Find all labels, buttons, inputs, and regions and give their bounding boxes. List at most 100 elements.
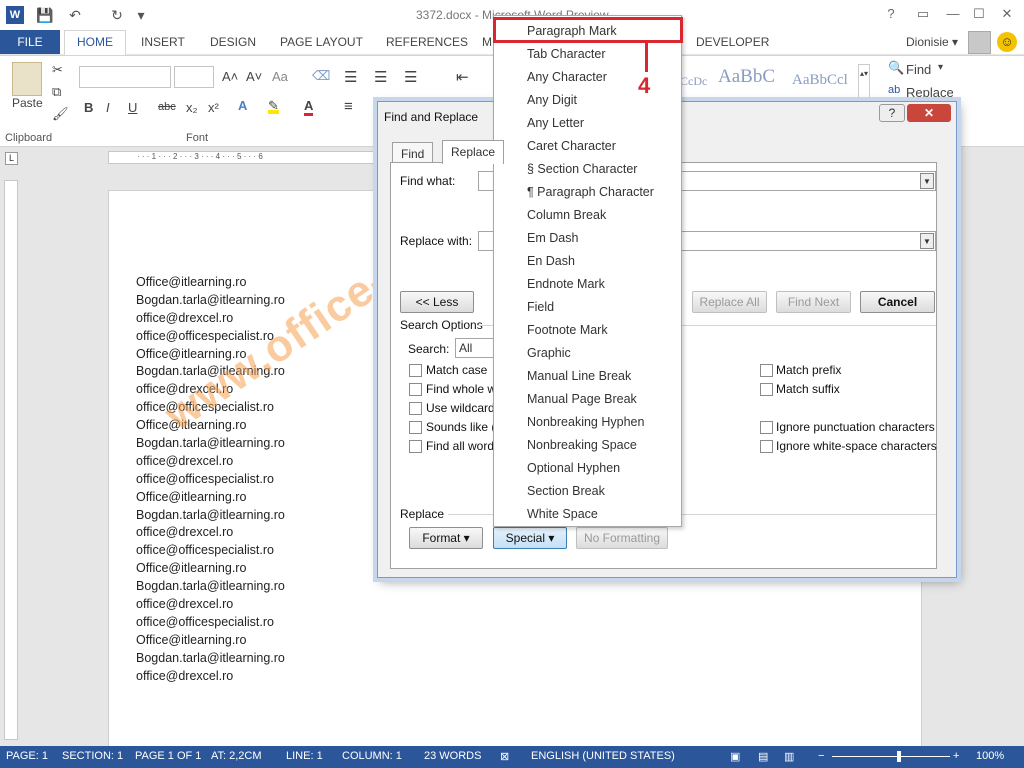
underline-button[interactable]: U xyxy=(128,100,137,115)
text-effects-icon[interactable]: A xyxy=(238,98,247,113)
help-icon[interactable]: ? xyxy=(880,4,902,24)
font-color-icon[interactable]: A xyxy=(304,98,314,116)
replace-all-button[interactable]: Replace All xyxy=(692,291,767,313)
find-icon[interactable]: 🔍 xyxy=(888,60,904,76)
special-menu-item[interactable]: ¶ Paragraph Character xyxy=(494,181,681,204)
horizontal-ruler[interactable]: · · · 1 · · · 2 · · · 3 · · · 4 · · · 5 … xyxy=(108,151,378,164)
change-case-icon[interactable]: Aa xyxy=(272,69,288,84)
ignore-punctuation-checkbox[interactable] xyxy=(760,421,773,434)
dialog-close-button[interactable]: ✕ xyxy=(907,104,951,122)
document-line[interactable]: Bogdan.tarla@itlearning.ro xyxy=(136,578,285,596)
zoom-out-button[interactable]: − xyxy=(818,750,824,762)
print-layout-icon[interactable]: ▤ xyxy=(758,750,768,763)
undo-icon[interactable]: ↶ xyxy=(66,6,84,24)
document-line[interactable]: office@officespecialist.ro xyxy=(136,542,285,560)
tab-find-dialog[interactable]: Find xyxy=(392,142,434,164)
status-page[interactable]: PAGE: 1 xyxy=(6,750,48,762)
status-language[interactable]: ENGLISH (UNITED STATES) xyxy=(531,750,675,762)
special-button[interactable]: Special ▾ xyxy=(493,527,567,549)
document-line[interactable]: office@drexcel.ro xyxy=(136,668,285,686)
align-left-icon[interactable]: ≡ xyxy=(344,98,353,115)
document-line[interactable]: Bogdan.tarla@itlearning.ro xyxy=(136,292,285,310)
special-menu-item[interactable]: Manual Line Break xyxy=(494,365,681,388)
close-window-icon[interactable]: ✕ xyxy=(996,4,1018,24)
format-painter-icon[interactable]: 🖌 xyxy=(52,106,69,122)
replace-button[interactable]: Replace xyxy=(906,85,954,100)
multilevel-list-icon[interactable]: ☰ xyxy=(404,68,417,86)
font-size-box[interactable] xyxy=(174,66,214,88)
match-prefix-checkbox[interactable] xyxy=(760,364,773,377)
find-dropdown-icon[interactable]: ▾ xyxy=(938,62,943,73)
bullets-icon[interactable]: ☰ xyxy=(344,68,357,86)
clipboard-icon[interactable] xyxy=(12,62,42,96)
word-logo-icon[interactable]: W xyxy=(6,6,24,24)
tab-file[interactable]: FILE xyxy=(0,30,60,54)
document-line[interactable]: Office@itlearning.ro xyxy=(136,632,285,650)
tab-replace-dialog[interactable]: Replace xyxy=(442,140,505,164)
subscript-button[interactable]: x₂ xyxy=(186,100,198,115)
tab-developer[interactable]: DEVELOPER xyxy=(696,35,769,49)
highlight-icon[interactable]: ✎ xyxy=(268,98,279,114)
feedback-smile-icon[interactable]: ☺ xyxy=(997,32,1017,52)
decrease-indent-icon[interactable]: ⇤ xyxy=(456,68,469,86)
cancel-button[interactable]: Cancel xyxy=(860,291,935,313)
special-menu-item[interactable]: White Space xyxy=(494,503,681,526)
document-line[interactable]: Bogdan.tarla@itlearning.ro xyxy=(136,507,285,525)
document-line[interactable]: office@drexcel.ro xyxy=(136,596,285,614)
document-line[interactable]: Office@itlearning.ro xyxy=(136,274,285,292)
less-button[interactable]: << Less xyxy=(400,291,474,313)
clear-formatting-icon[interactable]: ⌫ xyxy=(312,68,330,84)
avatar[interactable] xyxy=(968,31,991,54)
document-line[interactable]: office@drexcel.ro xyxy=(136,310,285,328)
status-line[interactable]: LINE: 1 xyxy=(286,750,323,762)
customize-qat-icon[interactable]: ▾ xyxy=(132,6,150,24)
special-menu-item[interactable]: Caret Character xyxy=(494,135,681,158)
document-line[interactable]: Office@itlearning.ro xyxy=(136,489,285,507)
document-line[interactable]: office@officespecialist.ro xyxy=(136,614,285,632)
document-line[interactable]: office@drexcel.ro xyxy=(136,453,285,471)
word-forms-checkbox[interactable] xyxy=(409,440,422,453)
tab-page-layout[interactable]: PAGE LAYOUT xyxy=(280,35,363,49)
zoom-slider[interactable] xyxy=(832,756,950,757)
tab-home[interactable]: HOME xyxy=(64,30,126,55)
ribbon-display-icon[interactable]: ▭ xyxy=(912,4,934,24)
replace-icon[interactable]: ab xyxy=(888,84,900,96)
superscript-button[interactable]: x² xyxy=(208,100,219,115)
special-menu-item[interactable]: § Section Character xyxy=(494,158,681,181)
zoom-slider-thumb[interactable] xyxy=(897,751,901,762)
special-menu-item[interactable]: Manual Page Break xyxy=(494,388,681,411)
web-layout-icon[interactable]: ▥ xyxy=(784,750,794,763)
special-menu-item[interactable]: Section Break xyxy=(494,480,681,503)
replace-with-dropdown-icon[interactable]: ▼ xyxy=(920,233,934,249)
vertical-ruler[interactable] xyxy=(4,180,18,740)
read-mode-icon[interactable]: ▣ xyxy=(730,750,740,763)
tab-design[interactable]: DESIGN xyxy=(210,35,256,49)
no-formatting-button[interactable]: No Formatting xyxy=(576,527,668,549)
whole-words-checkbox[interactable] xyxy=(409,383,422,396)
special-menu-item[interactable]: Em Dash xyxy=(494,227,681,250)
proofing-icon[interactable]: ⊠ xyxy=(500,750,509,763)
tab-mailings[interactable]: M xyxy=(482,35,492,49)
italic-button[interactable]: I xyxy=(106,100,110,115)
tab-references[interactable]: REFERENCES xyxy=(386,35,468,49)
sounds-like-checkbox[interactable] xyxy=(409,421,422,434)
special-menu-item[interactable]: Any Letter xyxy=(494,112,681,135)
find-what-dropdown-icon[interactable]: ▼ xyxy=(920,173,934,189)
ignore-whitespace-checkbox[interactable] xyxy=(760,440,773,453)
maximize-icon[interactable]: ☐ xyxy=(968,4,990,24)
status-words[interactable]: 23 WORDS xyxy=(424,750,481,762)
special-menu-item[interactable]: Nonbreaking Hyphen xyxy=(494,411,681,434)
status-at[interactable]: AT: 2,2CM xyxy=(211,750,262,762)
document-line[interactable]: office@drexcel.ro xyxy=(136,524,285,542)
zoom-in-button[interactable]: + xyxy=(953,750,959,762)
zoom-level[interactable]: 100% xyxy=(976,750,1004,762)
dialog-help-button[interactable]: ? xyxy=(879,104,905,122)
special-menu-item[interactable]: Tab Character xyxy=(494,43,681,66)
paste-button[interactable]: Paste xyxy=(12,96,43,110)
special-menu-item[interactable]: Optional Hyphen xyxy=(494,457,681,480)
numbering-icon[interactable]: ☰ xyxy=(374,68,387,86)
format-button[interactable]: Format ▾ xyxy=(409,527,483,549)
tab-insert[interactable]: INSERT xyxy=(141,35,185,49)
match-suffix-checkbox[interactable] xyxy=(760,383,773,396)
grow-font-icon[interactable]: A˄ xyxy=(222,69,238,84)
